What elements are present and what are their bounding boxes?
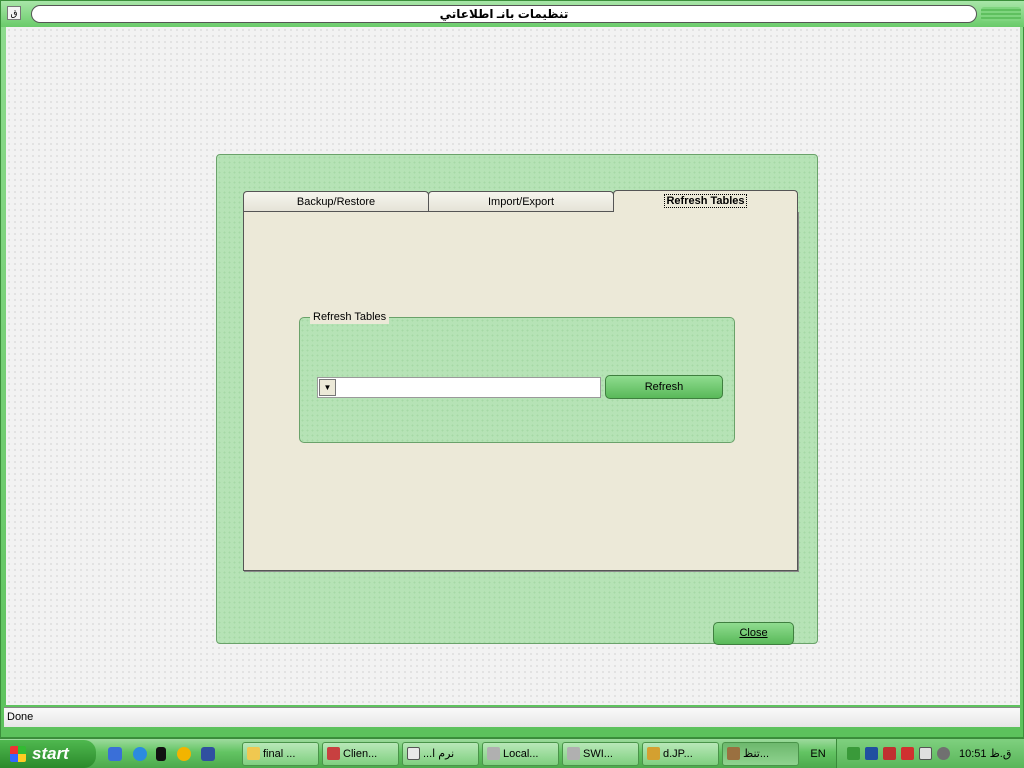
task-button[interactable]: final ... (242, 742, 319, 766)
task-label: SWI... (583, 748, 613, 760)
task-button[interactable]: Local... (482, 742, 559, 766)
task-button[interactable]: ...نرم ا (402, 742, 479, 766)
drive-icon (487, 747, 500, 760)
windows-logo-icon (10, 746, 26, 762)
tab-strip: Backup/Restore Import/Export Refresh Tab… (243, 190, 798, 213)
folder-icon (247, 747, 260, 760)
close-button[interactable]: Close (713, 622, 794, 645)
task-button-active[interactable]: تنظ... (722, 742, 799, 766)
task-button[interactable]: SWI... (562, 742, 639, 766)
clock: 10:51 ق.ظ (959, 748, 1012, 760)
group-title: Refresh Tables (310, 311, 390, 324)
app-icon (727, 747, 740, 760)
close-button-label: Close (739, 627, 768, 639)
title-bar: ق تنظيمات بانـ اطلاعاتي (1, 1, 1024, 27)
start-button[interactable]: start (0, 740, 96, 768)
task-label: final ... (263, 748, 296, 760)
task-label: Local... (503, 748, 539, 760)
window-icon (407, 747, 420, 760)
task-label: d.JP... (663, 748, 693, 760)
status-bar: Done (4, 707, 1020, 727)
task-label: تنظ... (743, 748, 769, 760)
xdesktop-icon[interactable] (201, 747, 215, 761)
language-indicator[interactable]: EN (806, 739, 830, 768)
media-player-icon[interactable] (177, 747, 191, 761)
drive-icon (567, 747, 580, 760)
settings-dialog: Backup/Restore Import/Export Refresh Tab… (216, 154, 818, 645)
printer-icon[interactable] (919, 747, 932, 760)
refresh-button[interactable]: Refresh (605, 375, 723, 399)
task-button[interactable]: d.JP... (642, 742, 719, 766)
system-tray: 10:51 ق.ظ (836, 739, 1024, 768)
ie-icon[interactable] (133, 747, 147, 761)
task-label: ...نرم ا (423, 748, 455, 760)
terminal-icon[interactable] (156, 747, 166, 761)
tab-refresh-tables-label: Refresh Tables (664, 194, 747, 208)
tab-import-export[interactable]: Import/Export (428, 191, 614, 212)
dropdown-arrow-icon[interactable]: ▼ (319, 379, 336, 396)
table-select[interactable]: ▼ (317, 377, 601, 398)
taskbar: start final ... Clien... ...نرم ا Local.… (0, 738, 1024, 768)
outlook-icon[interactable] (108, 747, 122, 761)
client-area: Backup/Restore Import/Export Refresh Tab… (6, 27, 1020, 705)
task-label: Clien... (343, 748, 378, 760)
alert-icon[interactable] (901, 747, 914, 760)
title-grip-icon (981, 7, 1021, 21)
task-button[interactable]: Clien... (322, 742, 399, 766)
status-text: Done (7, 711, 34, 723)
zonealarm-icon[interactable] (865, 747, 878, 760)
system-menu-icon[interactable]: ق (7, 6, 21, 20)
app-icon (327, 747, 340, 760)
image-icon (647, 747, 660, 760)
main-window: ق تنظيمات بانـ اطلاعاتي Backup/Restore I… (0, 0, 1024, 738)
disconnected-network-icon[interactable] (883, 747, 896, 760)
start-label: start (32, 744, 69, 763)
network-icon[interactable] (847, 747, 860, 760)
tab-refresh-tables[interactable]: Refresh Tables (613, 190, 798, 213)
refresh-tables-group: Refresh Tables ▼ Refresh (299, 311, 735, 443)
window-title: تنظيمات بانـ اطلاعاتي (31, 5, 977, 23)
tab-backup-restore[interactable]: Backup/Restore (243, 191, 429, 212)
tab-panel: Refresh Tables ▼ Refresh (243, 211, 798, 571)
speaker-icon[interactable] (937, 747, 950, 760)
